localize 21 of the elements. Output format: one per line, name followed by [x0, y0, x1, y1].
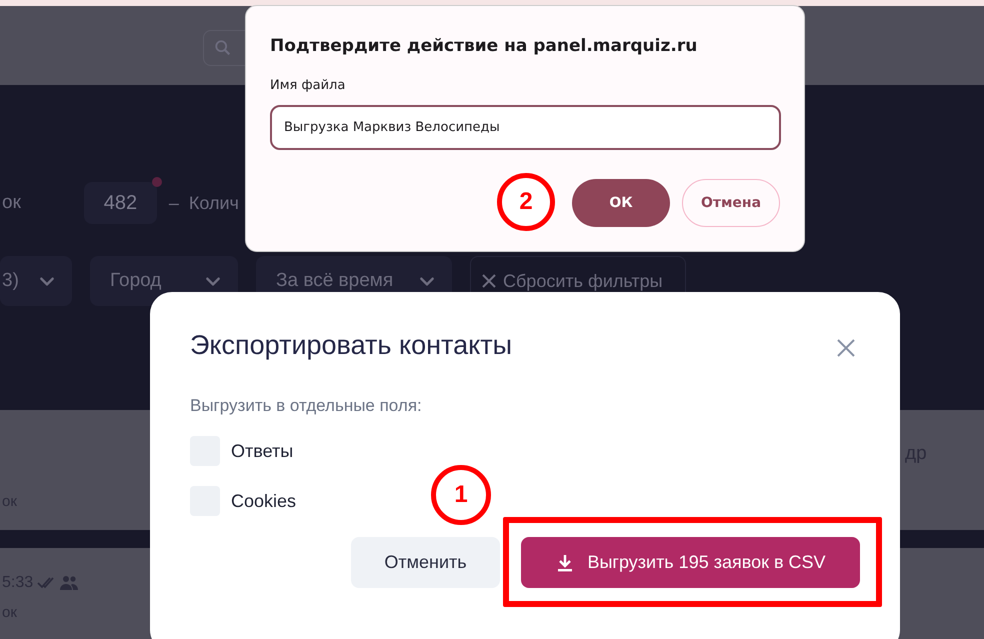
- checkbox-label: Ответы: [231, 440, 294, 462]
- people-icon: [59, 575, 80, 591]
- count-caption: – Колич: [168, 192, 239, 214]
- checkbox-label: Cookies: [231, 490, 296, 512]
- notification-dot: [152, 177, 162, 187]
- file-name-field[interactable]: Выгрузка Марквиз Велосипеды: [270, 105, 781, 150]
- dialog-title: Экспортировать контакты: [190, 330, 512, 361]
- field-label: Имя файла: [270, 78, 346, 93]
- ok-button[interactable]: ОК: [572, 179, 670, 227]
- close-icon[interactable]: [836, 338, 856, 358]
- filter-dropdown[interactable]: 3): [0, 256, 72, 306]
- cancel-button[interactable]: Отменить: [351, 537, 500, 588]
- search-icon: [214, 39, 232, 57]
- dialog-title: Подтвердите действие на panel.marquiz.ru: [270, 36, 698, 56]
- cancel-button[interactable]: Отмена: [682, 179, 780, 227]
- double-check-icon: [37, 576, 56, 590]
- close-icon: [481, 273, 497, 289]
- counter-label: ок: [2, 192, 21, 214]
- count-field[interactable]: 482: [84, 182, 157, 224]
- fields-caption: Выгрузить в отдельные поля:: [190, 396, 423, 416]
- export-button[interactable]: Выгрузить 195 заявок в CSV: [521, 537, 860, 588]
